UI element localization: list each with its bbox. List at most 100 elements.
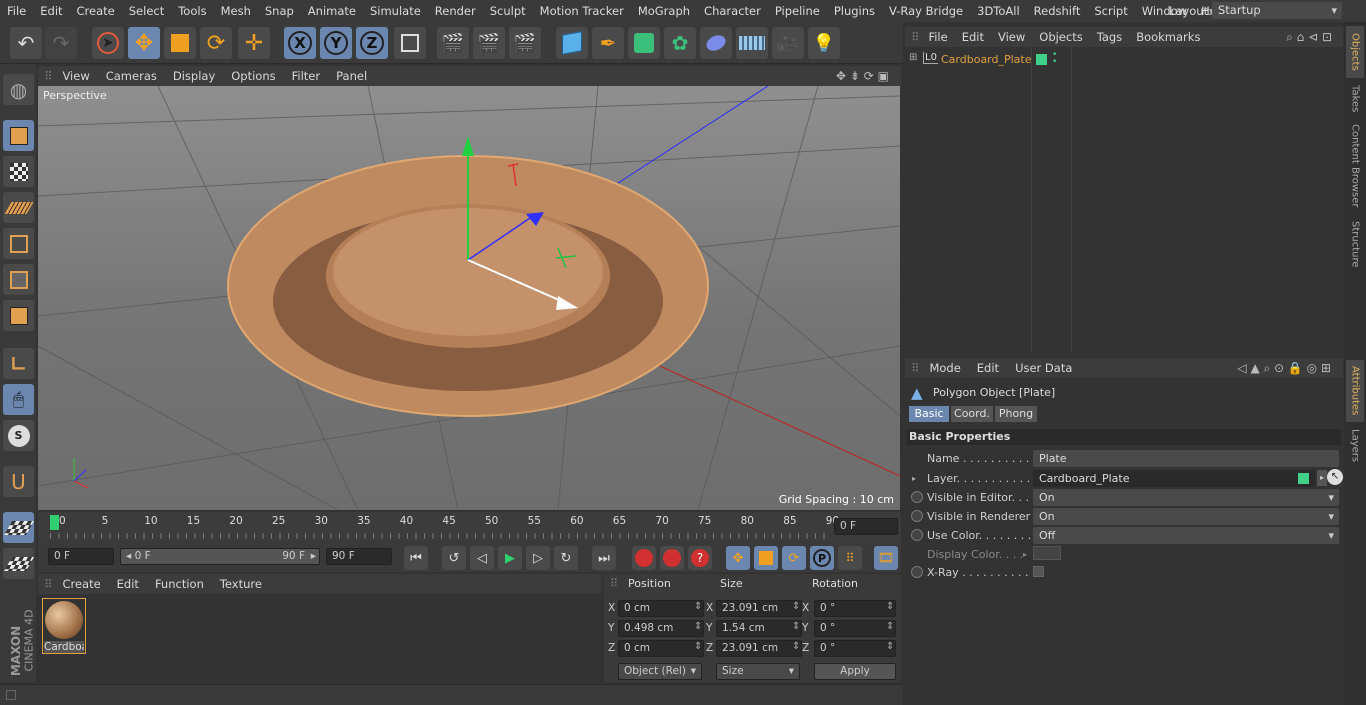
keyframe-help-button[interactable]: ? bbox=[688, 546, 712, 570]
material-item[interactable]: Cardboa bbox=[42, 598, 86, 654]
coord-rotation-field[interactable]: 0 ° bbox=[814, 600, 896, 617]
select-tool-button[interactable]: ➤ bbox=[92, 27, 124, 59]
timeline[interactable]: 0 5 10 15 20 25 30 35 40 45 50 55 60 65 70 75 80 85 90 0 F bbox=[38, 512, 901, 542]
timeline-window-button[interactable]: 🎞 bbox=[874, 546, 898, 570]
material-menu-edit[interactable]: Edit bbox=[109, 577, 147, 591]
material-menu-create[interactable]: Create bbox=[54, 577, 108, 591]
key-pla-button[interactable]: ⠿ bbox=[838, 546, 862, 570]
layer-arrow-icon[interactable]: ▸ bbox=[1317, 470, 1327, 486]
tab-objects[interactable]: Objects bbox=[1346, 26, 1364, 78]
menu-file[interactable]: File bbox=[0, 4, 33, 18]
workplane-lock-button[interactable] bbox=[3, 512, 34, 543]
objects-menu-tags[interactable]: Tags bbox=[1090, 30, 1129, 44]
viewport-menu-options[interactable]: Options bbox=[223, 69, 283, 83]
objects-menu-view[interactable]: View bbox=[991, 30, 1032, 44]
layer-field[interactable]: Cardboard_Plate bbox=[1033, 469, 1315, 487]
menu-sculpt[interactable]: Sculpt bbox=[483, 4, 533, 18]
menu-plugins[interactable]: Plugins bbox=[827, 4, 882, 18]
layer-expand-icon[interactable]: ▸ bbox=[912, 474, 916, 483]
stepper-arrows-icon[interactable]: ⇕ bbox=[886, 621, 894, 632]
menu-render[interactable]: Render bbox=[428, 4, 483, 18]
attributes-toolbar-icons[interactable]: ◁ ▲ ⌕ ⊙ 🔒 ◎ ⊞ bbox=[1229, 361, 1339, 376]
rotate-tool-button[interactable]: ⟳ bbox=[200, 27, 232, 59]
stepper-arrows-icon[interactable]: ⇕ bbox=[792, 641, 800, 652]
render-settings-button[interactable]: 🎬 bbox=[509, 27, 541, 59]
key-param-button[interactable]: P bbox=[810, 546, 834, 570]
tab-structure[interactable]: Structure bbox=[1346, 216, 1364, 272]
tab-phong[interactable]: Phong bbox=[995, 406, 1037, 422]
stepper-arrows-icon[interactable]: ⇕ bbox=[886, 601, 894, 612]
menu-snap[interactable]: Snap bbox=[258, 4, 301, 18]
objects-menu-file[interactable]: File bbox=[921, 30, 954, 44]
deformer-button[interactable] bbox=[700, 27, 732, 59]
coord-rotation-field[interactable]: 0 ° bbox=[814, 620, 896, 637]
menu-character[interactable]: Character bbox=[697, 4, 768, 18]
stepper-arrows-icon[interactable]: ⇕ bbox=[694, 641, 702, 652]
scale-tool-button[interactable] bbox=[164, 27, 196, 59]
make-editable-button[interactable]: ◍ bbox=[3, 74, 34, 105]
solo-button[interactable]: S bbox=[3, 420, 34, 451]
key-scale-button[interactable] bbox=[754, 546, 778, 570]
workplane-button[interactable] bbox=[3, 192, 34, 223]
viewport-menu-filter[interactable]: Filter bbox=[284, 69, 328, 83]
attributes-menu-edit[interactable]: Edit bbox=[969, 361, 1007, 375]
viewport-menu-cameras[interactable]: Cameras bbox=[98, 69, 165, 83]
end-frame-field[interactable]: 90 F bbox=[326, 548, 392, 565]
stepper-arrows-icon[interactable]: ⇕ bbox=[886, 641, 894, 652]
visible-editor-select[interactable]: On bbox=[1033, 488, 1339, 506]
coord-position-field[interactable]: 0 cm bbox=[618, 600, 704, 617]
layer-color-swatch[interactable] bbox=[1036, 54, 1047, 65]
visible-editor-radio[interactable] bbox=[911, 491, 923, 503]
menu-tools[interactable]: Tools bbox=[171, 4, 213, 18]
layout-select[interactable]: Startup bbox=[1212, 2, 1342, 19]
menu-create[interactable]: Create bbox=[70, 4, 122, 18]
undo-button[interactable]: ↶ bbox=[10, 27, 42, 59]
visibility-dots-icon[interactable]: • • bbox=[1052, 51, 1057, 67]
key-rotation-button[interactable]: ⟳ bbox=[782, 546, 806, 570]
snap-button[interactable]: U bbox=[3, 466, 34, 497]
tab-basic[interactable]: Basic bbox=[909, 406, 949, 422]
tab-coord[interactable]: Coord. bbox=[951, 406, 993, 422]
z-axis-button[interactable]: Z bbox=[356, 27, 388, 59]
menu-redshift[interactable]: Redshift bbox=[1027, 4, 1088, 18]
menu-mesh[interactable]: Mesh bbox=[214, 4, 258, 18]
coord-rotation-field[interactable]: 0 ° bbox=[814, 640, 896, 657]
camera-button[interactable]: 🎥 bbox=[772, 27, 804, 59]
coord-position-field[interactable]: 0 cm bbox=[618, 640, 704, 657]
menu-script[interactable]: Script bbox=[1087, 4, 1134, 18]
points-mode-button[interactable] bbox=[3, 228, 34, 259]
cloner-button[interactable]: ✿ bbox=[664, 27, 696, 59]
coord-size-field[interactable]: 1.54 cm bbox=[716, 620, 802, 637]
edges-mode-button[interactable] bbox=[3, 264, 34, 295]
viewport-menu-view[interactable]: View bbox=[54, 69, 97, 83]
range-slider[interactable]: ◂ 0 F 90 F ▸ bbox=[120, 548, 320, 565]
menu-vray-bridge[interactable]: V-Ray Bridge bbox=[882, 4, 970, 18]
menu-select[interactable]: Select bbox=[122, 4, 171, 18]
move-tool-button[interactable]: ✥ bbox=[128, 27, 160, 59]
stepper-arrows-icon[interactable]: ⇕ bbox=[694, 621, 702, 632]
key-position-button[interactable]: ✥ bbox=[726, 546, 750, 570]
material-menu-texture[interactable]: Texture bbox=[212, 577, 270, 591]
objects-menu-bookmarks[interactable]: Bookmarks bbox=[1129, 30, 1207, 44]
workplane-modes-button[interactable] bbox=[3, 548, 34, 579]
y-axis-button[interactable]: Y bbox=[320, 27, 352, 59]
render-view-button[interactable]: 🎬 bbox=[437, 27, 469, 59]
visible-renderer-select[interactable]: On bbox=[1033, 507, 1339, 525]
name-field[interactable]: Plate bbox=[1033, 449, 1339, 467]
apply-button[interactable]: Apply bbox=[814, 663, 896, 680]
objects-menu-edit[interactable]: Edit bbox=[955, 30, 991, 44]
next-frame-button[interactable]: ▷ bbox=[526, 546, 550, 570]
use-color-select[interactable]: Off bbox=[1033, 526, 1339, 544]
autokey-button[interactable] bbox=[660, 546, 684, 570]
viewport-nav-icons[interactable]: ✥ ⇟ ⟳ ▣ bbox=[828, 69, 897, 83]
light-button[interactable]: 💡 bbox=[808, 27, 840, 59]
prev-frame-button[interactable]: ◁ bbox=[470, 546, 494, 570]
transform-tool-button[interactable]: ✛ bbox=[238, 27, 270, 59]
coord-size-field[interactable]: 23.091 cm bbox=[716, 640, 802, 657]
goto-end-button[interactable]: ⏭ bbox=[592, 546, 616, 570]
stepper-arrows-icon[interactable]: ⇕ bbox=[694, 601, 702, 612]
menu-edit[interactable]: Edit bbox=[33, 4, 69, 18]
menu-simulate[interactable]: Simulate bbox=[363, 4, 428, 18]
tweak-mode-button[interactable]: 🖱 bbox=[3, 384, 34, 415]
tab-layers[interactable]: Layers bbox=[1346, 426, 1364, 466]
